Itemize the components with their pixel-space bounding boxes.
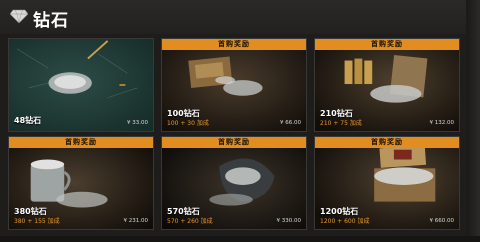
offer-price: ¥ 660.00 <box>429 218 455 224</box>
first-purchase-ribbon: 首购奖励 <box>315 137 459 148</box>
offer-price: ¥ 132.00 <box>429 120 455 126</box>
diamond-icon <box>10 9 28 23</box>
offer-card-100[interactable]: 首购奖励 100钻石 100 + 30 加成 ¥ 66.00 <box>161 38 307 132</box>
offer-price: ¥ 66.00 <box>280 120 301 126</box>
offer-card-1200[interactable]: 首购奖励 1200钻石 1200 + 600 加成 ¥ 660.00 <box>314 136 460 230</box>
first-purchase-ribbon: 首购奖励 <box>315 39 459 50</box>
offer-price: ¥ 33.00 <box>127 120 148 126</box>
offer-bonus: 570 + 260 加成 <box>167 218 213 225</box>
scrollbar-track[interactable] <box>466 0 480 242</box>
offer-bonus: 100 + 30 加成 <box>167 120 209 127</box>
offer-bonus: 210 + 75 加成 <box>320 120 362 127</box>
first-purchase-ribbon: 首购奖励 <box>162 39 306 50</box>
offer-bonus: 380 + 155 加成 <box>14 218 60 225</box>
offer-amount: 48钻石 <box>14 116 42 125</box>
offer-card-570[interactable]: 首购奖励 570钻石 570 + 260 加成 ¥ 330.00 <box>161 136 307 230</box>
offer-card-380[interactable]: 首购奖励 380钻石 380 + 155 加成 ¥ 231.00 <box>8 136 154 230</box>
offer-price: ¥ 231.00 <box>123 218 149 224</box>
first-purchase-ribbon: 首购奖励 <box>9 137 153 148</box>
offer-card-210[interactable]: 首购奖励 210钻石 210 + 75 加成 ¥ 132.00 <box>314 38 460 132</box>
page-title: 钻石 <box>33 11 69 31</box>
offer-price: ¥ 330.00 <box>276 218 302 224</box>
offer-bonus: 1200 + 600 加成 <box>320 218 370 225</box>
page-header: 钻石 <box>0 0 480 34</box>
offer-grid: 48钻石 ¥ 33.00 首购奖励 100钻石 100 + 30 加成 ¥ 66… <box>8 38 460 234</box>
offer-card-48[interactable]: 48钻石 ¥ 33.00 <box>8 38 154 132</box>
bottom-edge <box>0 236 480 242</box>
first-purchase-ribbon: 首购奖励 <box>162 137 306 148</box>
